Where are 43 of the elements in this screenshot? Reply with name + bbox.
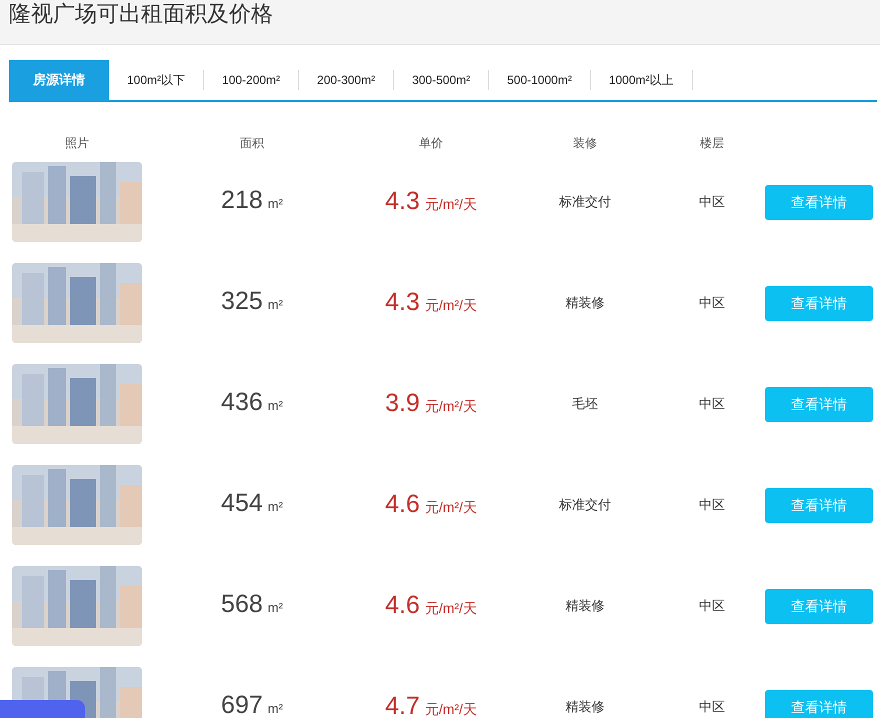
column-header: 照片 — [65, 136, 89, 150]
price-value: 4.3 元/m²/天 — [385, 286, 477, 318]
page-title: 隆视广场可出租面积及价格 — [9, 4, 273, 26]
price-value: 4.6 元/m²/天 — [385, 488, 477, 520]
floor-text: 中区 — [699, 295, 725, 310]
decoration-text: 标准交付 — [559, 194, 611, 209]
area-value: 325 m² — [221, 286, 283, 317]
tab[interactable]: 300-500m² — [394, 60, 488, 100]
view-details-button[interactable]: 查看详情 — [765, 488, 873, 522]
decoration-text: 标准交付 — [559, 497, 611, 512]
column-header: 单价 — [419, 136, 443, 150]
column-header: 面积 — [240, 136, 264, 150]
floor-text: 中区 — [699, 598, 725, 613]
area-value: 436 m² — [221, 387, 283, 418]
tab[interactable]: 1000m²以上 — [590, 60, 692, 100]
column-header: 装修 — [573, 136, 597, 150]
floor-text: 中区 — [699, 194, 725, 209]
floor-text: 中区 — [699, 699, 725, 714]
area-value: 568 m² — [221, 589, 283, 620]
area-value: 697 m² — [221, 690, 283, 718]
view-details-button[interactable]: 查看详情 — [765, 690, 873, 718]
tab[interactable]: 500-1000m² — [489, 60, 590, 100]
area-value: 218 m² — [221, 185, 283, 216]
decoration-text: 毛坯 — [572, 396, 598, 411]
tab[interactable]: 房源详情 — [9, 60, 109, 100]
decoration-text: 精装修 — [566, 699, 604, 714]
view-details-button[interactable]: 查看详情 — [765, 184, 873, 220]
decoration-text: 精装修 — [566, 295, 604, 310]
price-value: 3.9 元/m²/天 — [385, 388, 477, 418]
price-value: 4.7 元/m²/天 — [385, 690, 477, 718]
tab[interactable]: 100m²以下 — [109, 60, 204, 100]
decoration-text: 精装修 — [566, 598, 604, 613]
view-details-button[interactable]: 查看详情 — [765, 588, 873, 624]
tab[interactable]: 200-300m² — [299, 60, 394, 100]
floor-text: 中区 — [699, 497, 725, 512]
view-details-button[interactable]: 查看详情 — [765, 286, 873, 320]
column-header: 楼层 — [700, 136, 724, 150]
price-value: 4.6 元/m²/天 — [385, 590, 477, 620]
area-value: 454 m² — [221, 488, 283, 519]
view-details-button[interactable]: 查看详情 — [765, 386, 873, 422]
tab[interactable]: 100-200m² — [204, 60, 298, 100]
price-value: 4.3 元/m²/天 — [385, 186, 477, 216]
floor-text: 中区 — [699, 396, 725, 411]
